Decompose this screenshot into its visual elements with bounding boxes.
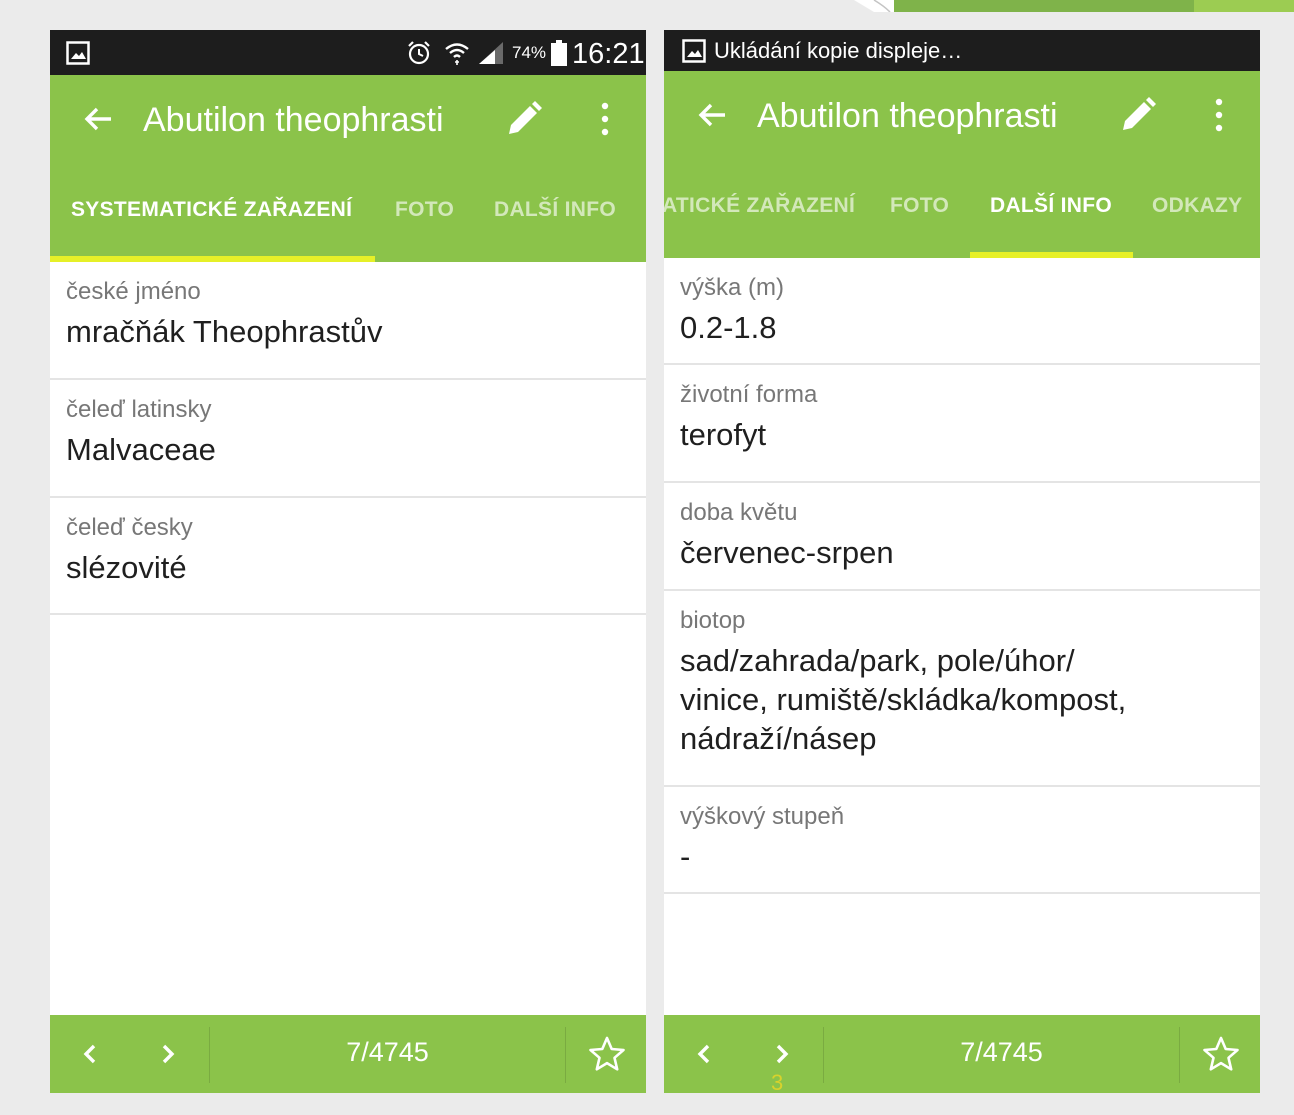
pencil-icon[interactable] (1120, 97, 1156, 133)
field-label: čeleď latinsky (66, 396, 212, 423)
divider (565, 1027, 566, 1083)
record-counter: 7/4745 (960, 1037, 1043, 1067)
page-title: Abutilon theophrasti (143, 101, 444, 139)
battery-icon (551, 40, 567, 66)
wifi-icon (445, 43, 469, 65)
tab-foto[interactable]: FOTO (890, 194, 949, 218)
field-value: 0.2-1.8 (680, 310, 777, 345)
star-outline-icon[interactable] (1202, 1035, 1240, 1073)
chevron-left-icon[interactable] (74, 1037, 106, 1071)
record-counter: 7/4745 (346, 1037, 429, 1067)
field-value: slézovité (66, 550, 187, 585)
list-item: čeleď latinsky Malvaceae (50, 380, 646, 498)
more-vert-icon[interactable] (1209, 97, 1229, 133)
list-item: výška (m) 0.2-1.8 (664, 258, 1260, 365)
bottom-nav-bar: 7/4745 (50, 1015, 646, 1093)
signal-icon (479, 42, 503, 64)
tab-bar: ATICKÉ ZAŘAZENÍ FOTO DALŠÍ INFO ODKAZY (664, 158, 1260, 258)
tab-dalsi-info[interactable]: DALŠÍ INFO (494, 198, 616, 222)
field-label: biotop (680, 607, 746, 634)
bottom-nav-bar: 7/4745 (664, 1015, 1260, 1093)
star-outline-icon[interactable] (588, 1035, 626, 1073)
list-item: doba květu červenec-srpen (664, 483, 1260, 591)
phone-screen-left: 74% 16:21 Abutilon theophrasti SYSTEMATI… (50, 30, 646, 1093)
clock-time: 16:21 (572, 38, 645, 70)
tab-odkazy[interactable]: ODKAZY (1152, 194, 1242, 218)
back-arrow-icon[interactable] (692, 95, 732, 135)
field-label: výška (m) (680, 274, 784, 301)
field-label: české jméno (66, 278, 201, 305)
chevron-right-icon[interactable] (152, 1037, 184, 1071)
pencil-icon[interactable] (506, 101, 542, 137)
field-value-line: sad/zahrada/park, pole/úhor/ (680, 643, 1075, 678)
tab-bar: SYSTEMATICKÉ ZAŘAZENÍ FOTO DALŠÍ INFO (50, 162, 646, 262)
detail-list: české jméno mračňák Theophrastův čeleď l… (50, 262, 646, 615)
alarm-icon (408, 41, 430, 65)
chevron-left-icon[interactable] (688, 1037, 720, 1071)
more-vert-icon[interactable] (595, 101, 615, 137)
field-value-line: vinice, rumiště/skládka/kompost, (680, 682, 1127, 717)
notification-text: Ukládání kopie displeje… (714, 38, 963, 63)
list-item: výškový stupeň - (664, 787, 1260, 894)
slide-number: 3 (771, 1070, 784, 1095)
tab-systematicke-zarazeni[interactable]: ATICKÉ ZAŘAZENÍ (664, 194, 855, 218)
battery-percent: 74% (512, 43, 547, 62)
field-value: mračňák Theophrastův (66, 314, 383, 349)
field-value: terofyt (680, 417, 767, 452)
list-item: biotop sad/zahrada/park, pole/úhor/ vini… (664, 591, 1260, 787)
list-item: čeleď česky slézovité (50, 498, 646, 615)
corner-decoration (854, 0, 1294, 12)
divider (1179, 1027, 1180, 1083)
field-label: výškový stupeň (680, 803, 845, 830)
tab-foto[interactable]: FOTO (395, 198, 454, 222)
field-value-line: nádraží/násep (680, 721, 877, 756)
page-title: Abutilon theophrasti (757, 97, 1058, 135)
phone-screen-right: Ukládání kopie displeje… Abutilon theoph… (664, 30, 1260, 1093)
field-value: - (680, 839, 691, 874)
chevron-right-icon[interactable] (766, 1037, 798, 1071)
app-toolbar: Abutilon theophrasti (50, 75, 646, 162)
back-arrow-icon[interactable] (78, 99, 118, 139)
field-label: doba květu (680, 499, 798, 526)
tab-dalsi-info[interactable]: DALŠÍ INFO (990, 194, 1112, 218)
status-bar: Ukládání kopie displeje… (664, 30, 1260, 71)
gallery-icon (66, 41, 90, 65)
status-bar: 74% 16:21 (50, 30, 646, 75)
tab-systematicke-zarazeni[interactable]: SYSTEMATICKÉ ZAŘAZENÍ (71, 198, 352, 222)
field-label: životní forma (680, 381, 818, 408)
gallery-icon (682, 39, 706, 63)
detail-list: výška (m) 0.2-1.8 životní forma terofyt … (664, 258, 1260, 894)
field-value: Malvaceae (66, 432, 216, 467)
list-item: životní forma terofyt (664, 365, 1260, 483)
list-item: české jméno mračňák Theophrastův (50, 262, 646, 380)
app-toolbar: Abutilon theophrasti (664, 71, 1260, 158)
field-label: čeleď česky (66, 514, 193, 541)
field-value: červenec-srpen (680, 535, 894, 570)
